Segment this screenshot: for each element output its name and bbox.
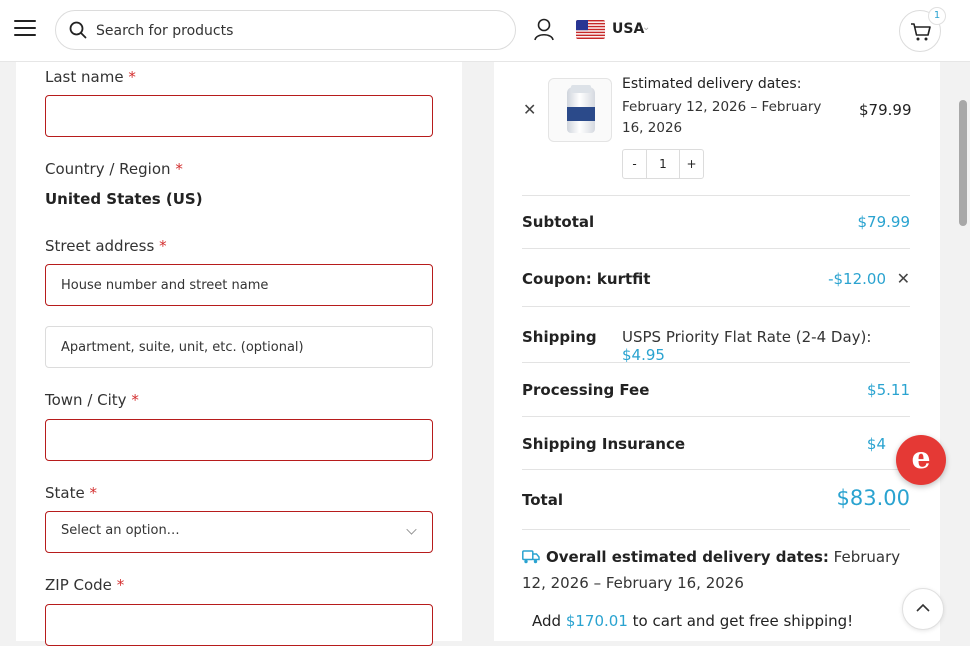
cart-count-badge: 1	[928, 7, 946, 25]
subtotal-label: Subtotal	[522, 213, 595, 231]
chat-widget-button[interactable]: e	[896, 435, 946, 485]
page-scrollbar[interactable]	[956, 62, 970, 641]
total-label: Total	[522, 491, 563, 509]
free-shipping-notice: Add $170.01 to cart and get free shippin…	[532, 612, 854, 630]
processing-fee-value: $5.11	[867, 381, 910, 399]
hamburger-menu-icon[interactable]	[14, 20, 36, 40]
overall-delivery-estimate: Overall estimated delivery dates: Februa…	[522, 544, 912, 596]
street-address-input[interactable]	[61, 275, 411, 295]
insurance-label: Shipping Insurance	[522, 435, 686, 453]
search-bar[interactable]	[55, 10, 516, 50]
divider	[522, 529, 910, 530]
shipping-method[interactable]: USPS Priority Flat Rate (2-4 Day): $4.95	[622, 328, 910, 364]
insurance-row: Shipping Insurance $4	[522, 416, 910, 469]
truck-icon	[522, 550, 540, 564]
coupon-label: Coupon: kurtfit	[522, 270, 651, 288]
apartment-input[interactable]	[61, 337, 411, 357]
subtotal-row: Subtotal $79.99	[522, 195, 910, 248]
quantity-stepper: - 1 +	[622, 149, 704, 179]
coupon-row: Coupon: kurtfit -$12.00 ✕	[522, 248, 910, 306]
remove-coupon-icon[interactable]: ✕	[897, 269, 910, 288]
insurance-value: $4	[866, 435, 886, 453]
quantity-value[interactable]: 1	[647, 150, 679, 178]
city-field[interactable]	[45, 419, 433, 461]
last-name-label: Last name *	[45, 68, 136, 86]
street-address-label: Street address *	[45, 237, 167, 255]
country-selector[interactable]: USA	[612, 21, 644, 37]
scroll-to-top-button[interactable]	[902, 588, 944, 630]
remove-item-icon[interactable]: ✕	[523, 100, 536, 119]
billing-form: Last name * Country / Region * United St…	[16, 62, 462, 646]
product-image	[548, 78, 612, 142]
chevron-up-icon	[916, 603, 930, 612]
search-icon	[69, 21, 87, 39]
search-input[interactable]	[96, 20, 496, 42]
state-label: State *	[45, 484, 97, 502]
zip-input[interactable]	[61, 615, 411, 635]
coupon-value: -$12.00	[828, 270, 886, 288]
shipping-label: Shipping	[522, 328, 597, 346]
us-flag-icon[interactable]	[576, 20, 605, 39]
processing-fee-row: Processing Fee $5.11	[522, 362, 910, 416]
cart-icon	[911, 23, 931, 41]
item-price: $79.99	[859, 101, 912, 119]
state-select-value: Select an option…	[61, 523, 180, 538]
chevron-down-icon	[406, 524, 417, 535]
subtotal-value: $79.99	[857, 213, 911, 231]
city-input[interactable]	[61, 430, 411, 450]
street-address-field[interactable]	[45, 264, 433, 306]
country-value: United States (US)	[45, 190, 203, 208]
last-name-input[interactable]	[61, 106, 411, 126]
city-label: Town / City *	[45, 391, 139, 409]
last-name-field[interactable]	[45, 95, 433, 137]
site-header: USA ⌄ 1	[0, 0, 970, 62]
item-estimate-dates: February 12, 2026 – February 16, 2026	[622, 99, 822, 136]
account-icon[interactable]	[533, 18, 555, 42]
scrollbar-thumb[interactable]	[959, 100, 967, 226]
total-row: Total $83.00	[522, 469, 910, 529]
quantity-decrease-button[interactable]: -	[623, 150, 647, 178]
chevron-down-icon[interactable]: ⌄	[642, 22, 650, 33]
country-label: Country / Region *	[45, 160, 183, 178]
processing-fee-label: Processing Fee	[522, 381, 650, 399]
quantity-increase-button[interactable]: +	[679, 150, 703, 178]
overall-delivery-label: Overall estimated delivery dates:	[546, 548, 829, 566]
zip-label: ZIP Code *	[45, 576, 125, 594]
zip-field[interactable]	[45, 604, 433, 646]
state-select[interactable]: Select an option…	[45, 511, 433, 553]
free-shipping-amount: $170.01	[565, 612, 628, 630]
order-summary: ✕ Estimated delivery dates: February 12,…	[494, 62, 940, 641]
shipping-row: Shipping USPS Priority Flat Rate (2-4 Da…	[522, 306, 910, 364]
apartment-field[interactable]	[45, 326, 433, 368]
total-value: $83.00	[836, 486, 910, 510]
item-estimate-title: Estimated delivery dates:	[622, 76, 802, 92]
